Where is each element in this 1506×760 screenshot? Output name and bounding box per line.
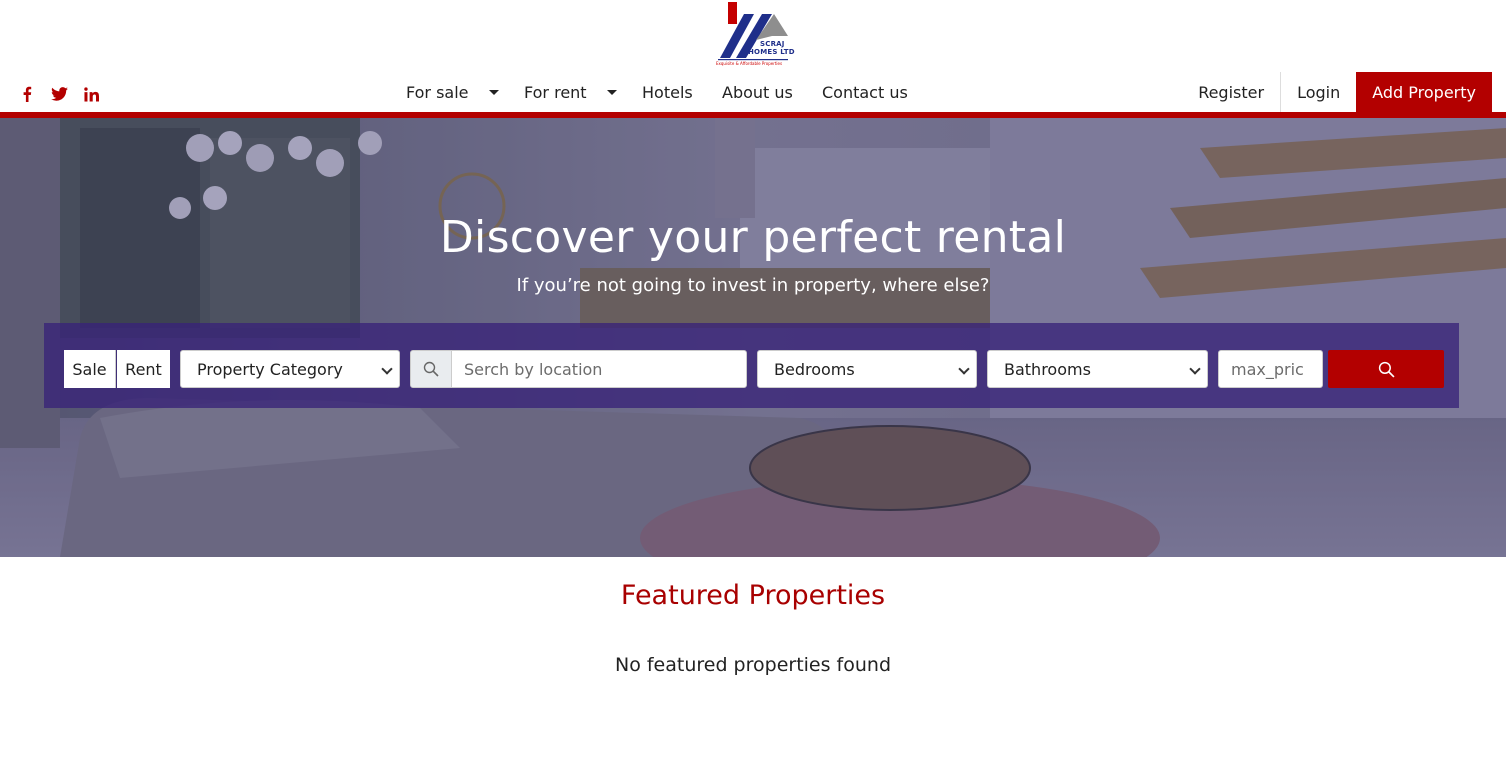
search-location-icon: [410, 350, 452, 388]
chevron-down-icon: [381, 363, 393, 375]
login-link[interactable]: Login: [1281, 72, 1356, 112]
facebook-icon[interactable]: [18, 85, 36, 103]
register-link[interactable]: Register: [1182, 72, 1280, 112]
hero-banner: Discover your perfect rental If you’re n…: [0, 118, 1506, 557]
location-search-input[interactable]: [451, 350, 747, 388]
hero-subtitle: If you’re not going to invest in propert…: [516, 275, 990, 296]
property-category-value: Property Category: [197, 359, 343, 379]
nav-for-rent-label: For rent: [524, 82, 587, 102]
twitter-icon[interactable]: [50, 85, 68, 103]
add-property-button[interactable]: Add Property: [1356, 72, 1492, 112]
nav-for-rent[interactable]: For rent: [516, 72, 636, 112]
caret-down-icon: [488, 89, 499, 95]
nav-hotels[interactable]: Hotels: [636, 72, 716, 112]
brand-logo[interactable]: SCRAJ HOMES LTD Exquisite & Affordable P…: [712, 0, 795, 70]
caret-down-icon: [606, 89, 617, 95]
search-icon: [1378, 361, 1395, 378]
logo-name-line1: SCRAJ: [760, 40, 785, 48]
property-category-select[interactable]: Property Category: [180, 350, 400, 388]
bathrooms-value: Bathrooms: [1004, 359, 1091, 379]
auth-links: Register Login Add Property: [1182, 72, 1492, 112]
nav-for-sale[interactable]: For sale: [398, 72, 516, 112]
logo-tagline: Exquisite & Affordable Properties: [716, 61, 783, 66]
max-price-input[interactable]: [1218, 350, 1323, 388]
site-header: SCRAJ HOMES LTD Exquisite & Affordable P…: [0, 0, 1506, 112]
search-submit-button[interactable]: [1328, 350, 1444, 388]
nav-for-sale-label: For sale: [406, 82, 469, 102]
property-search-form: Sale Rent Property Category Bedrooms Bat…: [44, 323, 1459, 408]
linkedin-icon[interactable]: [82, 85, 100, 103]
social-links: [18, 84, 100, 104]
chevron-down-icon: [1189, 363, 1201, 375]
nav-contact[interactable]: Contact us: [814, 72, 916, 112]
sale-toggle[interactable]: Sale: [64, 350, 116, 388]
chevron-down-icon: [958, 363, 970, 375]
featured-properties-heading: Featured Properties: [620, 580, 886, 611]
main-nav: For sale For rent Hotels About us Contac…: [398, 72, 916, 112]
bedrooms-select[interactable]: Bedrooms: [757, 350, 977, 388]
nav-about[interactable]: About us: [716, 72, 814, 112]
featured-empty-message: No featured properties found: [614, 654, 892, 676]
hero-title: Discover your perfect rental: [439, 212, 1067, 263]
logo-mark-icon: [718, 2, 788, 61]
rent-toggle[interactable]: Rent: [117, 350, 170, 388]
bedrooms-value: Bedrooms: [774, 359, 855, 379]
logo-name-line2: HOMES LTD: [748, 48, 795, 56]
bathrooms-select[interactable]: Bathrooms: [987, 350, 1208, 388]
